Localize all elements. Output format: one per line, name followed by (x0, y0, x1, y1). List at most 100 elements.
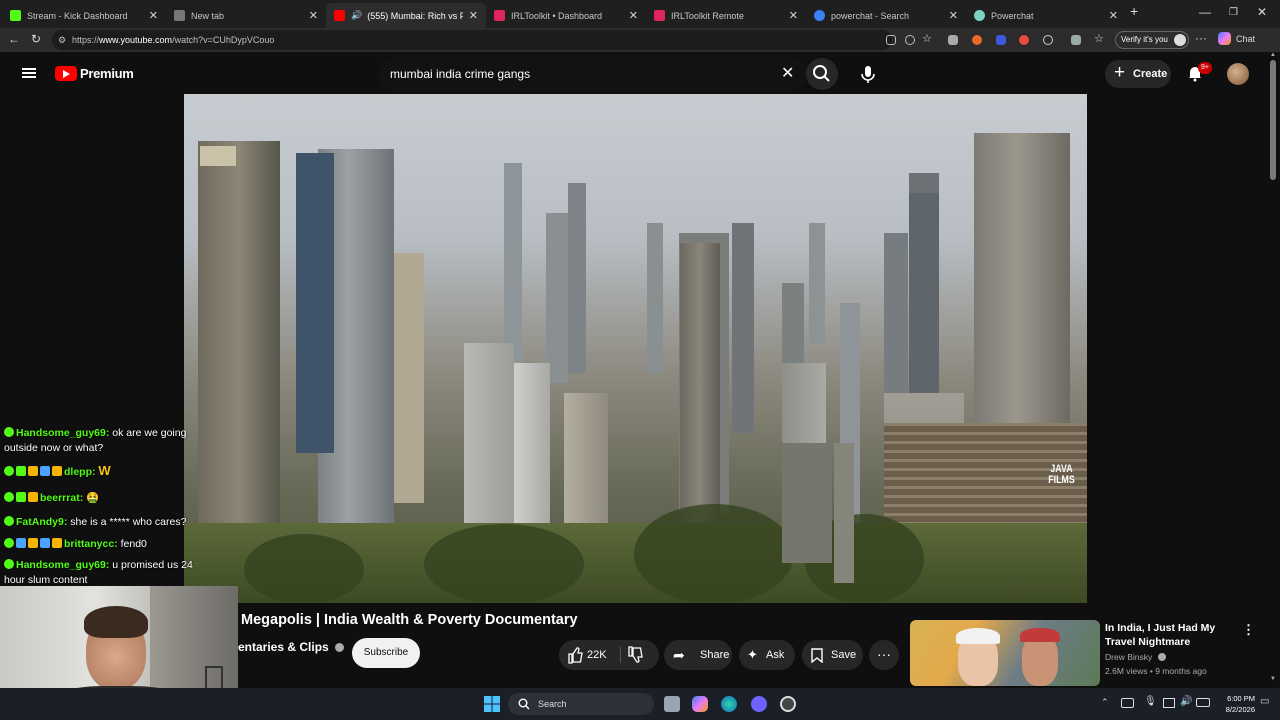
tab-kick-dashboard[interactable]: Stream - Kick Dashboard ✕ (2, 3, 166, 28)
audio-playing-icon[interactable]: 🔊 (351, 10, 362, 21)
url-field[interactable]: ⚙ https://www.youtube.com/watch?v=CUhDyp… (52, 30, 892, 50)
display-icon[interactable] (1163, 698, 1175, 708)
minimize-button[interactable]: — (1199, 5, 1211, 19)
video-scene (546, 213, 568, 383)
reload-icon[interactable]: ↻ (31, 32, 41, 46)
dislike-button[interactable] (627, 640, 643, 682)
save-label: Save (831, 649, 857, 661)
extension-icon[interactable] (996, 35, 1006, 45)
verify-label: Verify it's you (1121, 35, 1168, 44)
video-player[interactable] (184, 94, 1087, 603)
chat-message: Handsome_guy69: ok are we going outside … (4, 426, 200, 456)
youtube-premium-logo-text[interactable]: Premium (80, 66, 134, 81)
taskbar-search-box[interactable]: Search (508, 693, 654, 715)
close-icon[interactable]: ✕ (629, 9, 638, 22)
back-arrow-icon[interactable]: ← (8, 32, 20, 46)
search-favicon-icon (814, 10, 825, 21)
video-scene (244, 534, 364, 603)
chat-badge-icon (16, 538, 26, 548)
video-scene (647, 223, 663, 373)
close-icon[interactable]: ✕ (309, 9, 318, 22)
chat-badge-icon (4, 538, 14, 548)
new-tab-button[interactable]: + (1130, 3, 1138, 19)
windows-start-icon[interactable] (484, 696, 500, 712)
thumbnail-scene (1020, 628, 1060, 642)
extension-icon[interactable] (1019, 35, 1029, 45)
restore-button[interactable]: ❐ (1229, 7, 1238, 18)
save-button[interactable]: Save (802, 640, 863, 670)
app-icon[interactable] (780, 696, 796, 712)
site-info-icon[interactable]: ⚙ (58, 30, 66, 50)
chat-badge-icon (52, 466, 62, 476)
zoom-icon[interactable] (905, 35, 915, 45)
more-actions-button[interactable]: ··· (869, 640, 899, 670)
task-view-icon[interactable] (664, 696, 680, 712)
tab-powerchat[interactable]: Powerchat ✕ (966, 3, 1126, 28)
scroll-up-arrow-icon[interactable]: ▲ (1270, 52, 1276, 58)
tray-overflow-icon[interactable]: ⌃ (1101, 697, 1109, 708)
edge-browser-icon[interactable] (721, 696, 737, 712)
reader-mode-icon[interactable] (886, 35, 896, 45)
search-button[interactable] (806, 58, 838, 90)
extension-icon[interactable] (948, 35, 958, 45)
close-icon[interactable]: ✕ (469, 9, 478, 22)
url-scheme: https:// (72, 35, 100, 45)
battery-icon[interactable] (1196, 698, 1210, 707)
tab-new-tab[interactable]: New tab ✕ (166, 3, 326, 28)
youtube-logo-icon[interactable] (55, 66, 77, 81)
like-count: 22K (587, 649, 607, 661)
account-avatar[interactable] (1227, 63, 1249, 85)
tab-irltoolkit-remote[interactable]: IRLToolkit Remote ✕ (646, 3, 806, 28)
verify-profile-button[interactable]: Verify it's you (1115, 31, 1189, 49)
chat-badge-icon (40, 538, 50, 548)
webcam-scene (84, 606, 148, 638)
extensions-puzzle-icon[interactable] (1071, 35, 1081, 45)
tab-powerchat-search[interactable]: powerchat - Search ✕ (806, 3, 966, 28)
share-button[interactable]: ➦ Share (664, 640, 732, 670)
recommended-video-thumbnail[interactable] (910, 620, 1100, 686)
tab-irltoolkit-dashboard[interactable]: IRLToolkit • Dashboard ✕ (486, 3, 646, 28)
chat-badge-icon (4, 466, 14, 476)
voice-search-button[interactable] (851, 57, 885, 91)
divider (620, 647, 621, 663)
recommended-video-title[interactable]: In India, I Just Had My Travel Nightmare (1105, 621, 1245, 649)
discord-icon[interactable] (751, 696, 767, 712)
page-scrollbar[interactable]: ▲ ▼ (1266, 52, 1280, 686)
close-icon[interactable]: ✕ (789, 9, 798, 22)
close-icon[interactable]: ✕ (149, 9, 158, 22)
hamburger-menu-icon[interactable] (22, 68, 36, 78)
tab-title: powerchat - Search (831, 10, 910, 21)
copilot-chat-button[interactable]: Chat (1218, 32, 1255, 45)
system-clock[interactable]: 6:00 PM 8/2/2026 (1215, 693, 1255, 715)
chat-message: beerrrat: 🤮 (4, 491, 200, 506)
favorites-icon[interactable]: ☆ (1094, 32, 1104, 45)
clear-search-icon[interactable]: ✕ (781, 63, 794, 83)
verified-check-icon (335, 643, 345, 652)
tab-title: IRLToolkit Remote (671, 10, 744, 21)
microphone-icon[interactable]: 🎙 (1144, 696, 1157, 707)
extension-icon[interactable] (1043, 35, 1053, 45)
subscribe-button[interactable]: Subscribe (352, 638, 420, 668)
extension-icon[interactable] (972, 35, 982, 45)
ask-button[interactable]: ✦ Ask (739, 640, 795, 670)
volume-icon[interactable]: 🔊 (1180, 696, 1192, 707)
close-icon[interactable]: ✕ (1109, 9, 1118, 22)
tab-youtube-active[interactable]: 🔊 (555) Mumbai: Rich vs Poor in ✕ (326, 3, 486, 28)
scrollbar-thumb[interactable] (1270, 60, 1276, 180)
close-window-button[interactable]: ✕ (1257, 5, 1267, 19)
notification-center-icon[interactable]: ▭ (1260, 696, 1269, 707)
scroll-down-arrow-icon[interactable]: ▼ (1270, 676, 1276, 682)
recommended-channel[interactable]: Drew Binsky (1105, 652, 1166, 662)
create-button[interactable]: Create (1105, 59, 1171, 88)
channel-name[interactable]: entaries & Clips (238, 640, 345, 654)
close-icon[interactable]: ✕ (949, 9, 958, 22)
cloud-sync-icon[interactable] (1121, 698, 1134, 708)
favorite-star-icon[interactable]: ☆ (922, 32, 932, 45)
like-button[interactable] (567, 640, 583, 682)
kick-favicon-icon (10, 10, 21, 21)
chat-badge-icon (28, 466, 38, 476)
copilot-icon[interactable] (692, 696, 708, 712)
recommended-menu-icon[interactable]: ⋮ (1242, 622, 1255, 638)
search-input[interactable]: mumbai india crime gangs (378, 57, 808, 91)
more-menu-icon[interactable]: ··· (1195, 31, 1207, 45)
